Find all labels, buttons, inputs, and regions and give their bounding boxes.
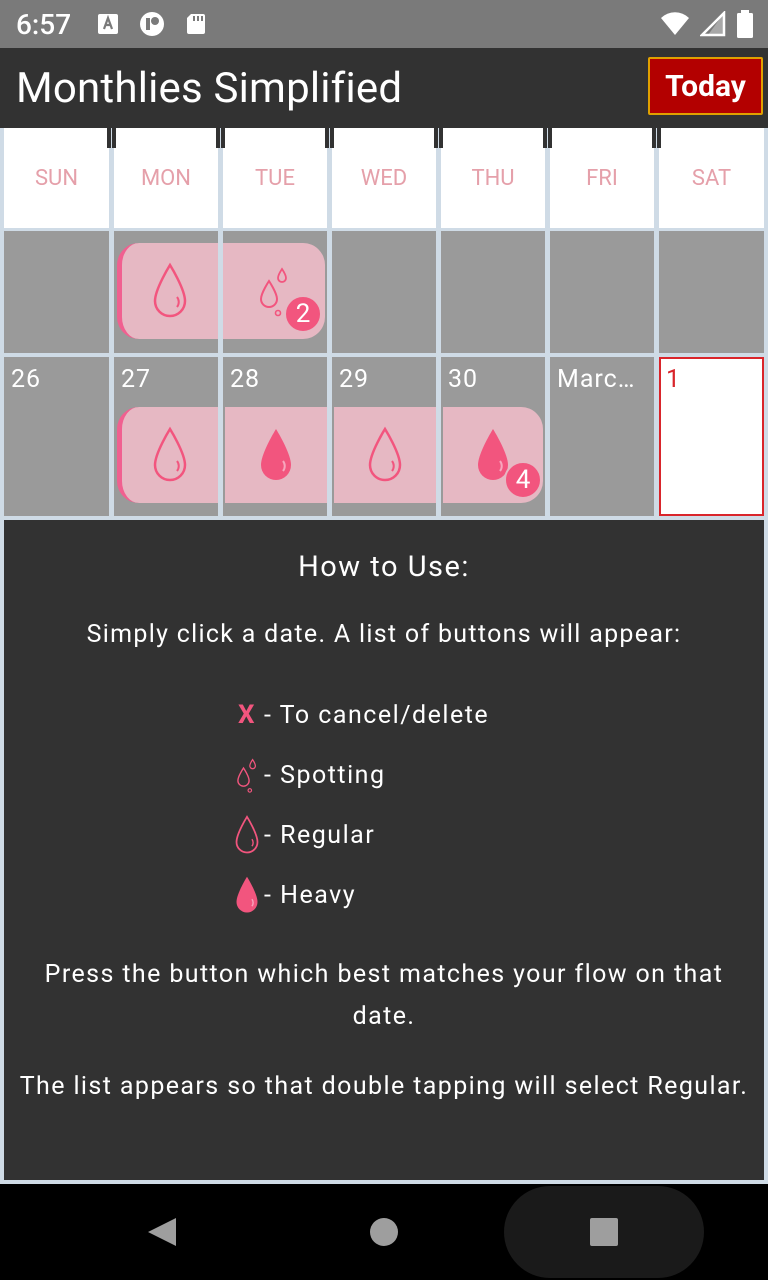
day-label: TUE [255, 165, 295, 191]
day-header-mon: MON [112, 128, 220, 228]
cancel-x-icon: X [237, 700, 256, 730]
legend-label: - Regular [264, 820, 376, 850]
count-badge: 4 [504, 461, 542, 499]
count-badge: 2 [284, 295, 322, 333]
back-icon[interactable] [146, 1216, 178, 1248]
date-cell[interactable]: 29 [332, 357, 436, 516]
flow-marker: 2 [223, 243, 325, 339]
day-label: FRI [586, 165, 618, 191]
date-cell[interactable] [332, 231, 436, 353]
flow-marker [117, 407, 218, 503]
recents-icon[interactable] [589, 1217, 619, 1247]
date-number: 29 [339, 365, 370, 394]
regular-drop-icon [150, 425, 190, 485]
day-label: SAT [691, 165, 732, 191]
flow-marker: 4 [443, 407, 543, 503]
app-notification-icon [140, 12, 164, 36]
heavy-drop-icon [233, 874, 261, 916]
battery-icon [737, 10, 753, 38]
date-cell[interactable] [659, 231, 764, 353]
day-header-sat: SAT [657, 128, 764, 228]
date-cell[interactable]: 26 [4, 357, 109, 516]
regular-drop-icon [233, 814, 261, 856]
help-paragraph: The list appears so that double tapping … [19, 1072, 749, 1101]
date-number: 1 [666, 365, 682, 394]
day-label: MON [140, 165, 192, 191]
legend-label: - Heavy [264, 880, 357, 910]
day-header-thu: THU [439, 128, 547, 228]
regular-drop-icon [365, 425, 405, 485]
day-label: SUN [34, 165, 79, 191]
flow-marker [117, 243, 218, 339]
date-cell[interactable] [550, 231, 654, 353]
legend-label: - Spotting [264, 760, 386, 790]
status-time: 6:57 [16, 8, 72, 41]
help-intro: Simply click a date. A list of buttons w… [86, 620, 682, 649]
day-header-sun: SUN [4, 128, 111, 228]
today-date-cell[interactable]: 1 [659, 357, 764, 516]
day-header-wed: WED [330, 128, 438, 228]
day-header-tue: TUE [221, 128, 329, 228]
legend-cancel: X - To cancel/delete [232, 693, 489, 737]
app-title: Monthlies Simplified [16, 64, 403, 113]
date-cell[interactable]: 28 [223, 357, 327, 516]
font-icon [98, 14, 118, 34]
date-cell[interactable] [4, 231, 109, 353]
status-bar: 6:57 [0, 0, 768, 48]
sd-card-icon [187, 14, 205, 34]
date-number: 27 [121, 365, 152, 394]
date-cell[interactable]: Marc… [550, 357, 654, 516]
date-number: 30 [448, 365, 479, 394]
heavy-drop-icon [256, 425, 296, 485]
day-label: WED [360, 165, 408, 191]
help-paragraph: Press the button which best matches your… [44, 960, 724, 1031]
date-cell[interactable]: 30 4 [441, 357, 545, 516]
legend-heavy: - Heavy [232, 873, 356, 917]
day-header-fri: FRI [548, 128, 656, 228]
date-cell[interactable]: 27 [114, 357, 218, 516]
spotting-drop-icon [233, 754, 261, 796]
date-cell[interactable] [441, 231, 545, 353]
today-button[interactable]: Today [648, 57, 763, 115]
date-cell[interactable]: 2 [223, 231, 327, 353]
help-panel: How to Use: Simply click a date. A list … [4, 520, 764, 1180]
home-icon[interactable] [369, 1217, 399, 1247]
flow-marker [334, 407, 436, 503]
date-number: 26 [11, 365, 42, 394]
legend-spotting: - Spotting [232, 753, 386, 797]
day-label: THU [471, 165, 515, 191]
navigation-bar [0, 1184, 768, 1280]
help-title: How to Use: [298, 550, 470, 584]
legend-label: - To cancel/delete [264, 700, 490, 730]
legend-regular: - Regular [232, 813, 375, 857]
flow-marker [225, 407, 327, 503]
wifi-icon [661, 12, 689, 36]
date-cell[interactable] [114, 231, 218, 353]
date-number: 28 [230, 365, 261, 394]
regular-drop-icon [150, 261, 190, 321]
month-label: Marc… [557, 365, 636, 394]
cell-signal-icon [700, 11, 726, 37]
